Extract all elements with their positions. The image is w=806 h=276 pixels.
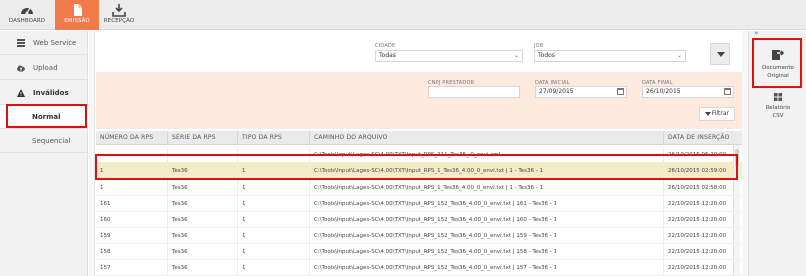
sidebar-item-label: Web Service [33, 39, 77, 47]
calendar-icon[interactable] [724, 88, 731, 95]
highlight-box-selected-row [95, 154, 738, 180]
tab-dashboard[interactable]: DASHBOARD [6, 0, 48, 30]
cell-data: 22/10/2015 12:20:00 [668, 217, 727, 223]
table-row[interactable]: 161 Tes36 1 C:\Tools\Input\Lages-SC\4.00… [96, 196, 742, 212]
column-header-caminho[interactable]: CAMINHO DO ARQUIVO [310, 131, 664, 145]
upload-cloud-icon [17, 65, 25, 72]
document-icon [74, 4, 82, 16]
calendar-icon[interactable] [617, 88, 624, 95]
cell-numero: 160 [96, 212, 168, 228]
cell-caminho: C:\Tools\Input\Lages-SC\4.00\TXT\Input_R… [310, 244, 664, 260]
cell-numero: 1 [96, 180, 168, 196]
cell-serie: Tes36 [168, 260, 238, 276]
sidebar-item-upload[interactable]: Upload [0, 56, 88, 80]
tab-recepcao-label: RECEPÇÃO [103, 18, 135, 24]
relatorio-csv-label: Relatório CSV [765, 105, 791, 119]
cell-caminho: C:\Tools\Input\Lages-SC\4.00\TXT\Input_R… [310, 228, 664, 244]
cell-tipo: 1 [238, 212, 310, 228]
cnpj-input[interactable] [428, 86, 520, 98]
dashboard-gauge-icon [21, 7, 33, 15]
filter-toggle-button[interactable] [710, 43, 730, 65]
table-header: NÚMERO DA RPS SÉRIE DA RPS TIPO DA RPS C… [96, 131, 742, 145]
cell-data: 22/10/2015 12:20:00 [668, 201, 727, 207]
chevron-down-icon: ⌄ [676, 52, 682, 59]
funnel-icon [717, 52, 725, 57]
top-navigation: DASHBOARD EMISSÃO RECEPÇÃO [0, 0, 806, 30]
warning-triangle-icon [17, 89, 25, 97]
column-header-serie[interactable]: SÉRIE DA RPS [168, 131, 238, 145]
cell-data: 22/10/2015 12:20:00 [668, 249, 727, 255]
data-inicial-value: 27/09/2015 [539, 88, 574, 95]
filter-panel-top: CIDADE Todas ⌄ JOB Todos ⌄ [96, 31, 742, 73]
highlight-box-documento-original [752, 38, 802, 88]
cell-data: 26/10/2015 02:58:00 [668, 185, 727, 191]
filtrar-label: Filtrar [711, 110, 729, 117]
cell-tipo: 1 [238, 260, 310, 276]
grid-report-icon [774, 93, 782, 101]
collapse-right-icon[interactable]: » [754, 29, 758, 37]
relatorio-csv-button[interactable]: Relatório CSV [749, 93, 806, 120]
funnel-icon [705, 112, 711, 116]
sidebar-item-label: Sequencial [32, 137, 71, 145]
job-value: Todos [538, 52, 555, 59]
cell-serie: Tes36 [168, 228, 238, 244]
download-tray-icon [112, 4, 126, 17]
cell-serie: Tes36 [168, 244, 238, 260]
table-row[interactable]: 160 Tes36 1 C:\Tools\Input\Lages-SC\4.00… [96, 212, 742, 228]
cell-serie: Tes36 [168, 180, 238, 196]
cell-numero: 157 [96, 260, 168, 276]
table-row[interactable]: 157 Tes36 1 C:\Tools\Input\Lages-SC\4.00… [96, 260, 742, 276]
cell-data: 22/10/2015 12:20:00 [668, 265, 727, 271]
cidade-value: Todas [379, 52, 396, 59]
cell-caminho: C:\Tools\Input\Lages-SC\4.00\TXT\Input_R… [310, 196, 664, 212]
cell-numero: 159 [96, 228, 168, 244]
column-header-data[interactable]: DATA DE INSERÇÃO [664, 131, 742, 145]
job-select[interactable]: Todos ⌄ [534, 50, 686, 62]
table-row[interactable]: 1 Tes36 1 C:\Tools\Input\Lages-SC\4.00\T… [96, 180, 742, 196]
cell-serie: Tes36 [168, 196, 238, 212]
job-label: JOB [534, 43, 544, 49]
table-row[interactable]: 158 Tes36 1 C:\Tools\Input\Lages-SC\4.00… [96, 244, 742, 260]
cell-serie: Tes36 [168, 212, 238, 228]
cidade-label: CIDADE [375, 43, 396, 49]
tab-dashboard-label: DASHBOARD [8, 18, 46, 24]
tab-emissao-label: EMISSÃO [64, 18, 90, 24]
cell-caminho: C:\Tools\Input\Lages-SC\4.00\TXT\Input_R… [310, 260, 664, 276]
chevron-down-icon: ⌄ [513, 52, 519, 59]
sidebar-item-invalidos[interactable]: Inválidos [0, 81, 88, 105]
web-service-icon [17, 39, 25, 47]
cell-tipo: 1 [238, 244, 310, 260]
cidade-select[interactable]: Todas ⌄ [375, 50, 523, 62]
sidebar-item-label: Inválidos [33, 89, 69, 97]
filter-panel-bottom: CNPJ PRESTADOR DATA INICIAL 27/09/2015 D… [96, 73, 742, 129]
tab-emissao[interactable]: EMISSÃO [55, 0, 99, 30]
data-final-input[interactable]: 26/10/2015 [642, 86, 734, 98]
data-inicial-input[interactable]: 27/09/2015 [535, 86, 627, 98]
cell-caminho: C:\Tools\Input\Lages-SC\4.00\TXT\Input_R… [310, 180, 664, 196]
cell-numero: 161 [96, 196, 168, 212]
sidebar-item-sequencial[interactable]: Sequencial [0, 129, 88, 153]
filtrar-button[interactable]: Filtrar [699, 107, 735, 121]
sidebar-item-web-service[interactable]: Web Service [0, 31, 88, 55]
data-final-value: 26/10/2015 [646, 88, 681, 95]
cell-caminho: C:\Tools\Input\Lages-SC\4.00\TXT\Input_R… [310, 212, 664, 228]
cell-numero: 158 [96, 244, 168, 260]
tab-recepcao[interactable]: RECEPÇÃO [100, 0, 138, 30]
sidebar-item-label: Upload [33, 64, 58, 72]
highlight-box-normal [6, 104, 87, 128]
cell-tipo: 1 [238, 180, 310, 196]
sidebar: Web Service Upload Inválidos Normal Sequ… [0, 31, 88, 276]
column-header-tipo[interactable]: TIPO DA RPS [238, 131, 310, 145]
cell-data: 22/10/2015 12:20:00 [668, 233, 727, 239]
table-row[interactable]: 159 Tes36 1 C:\Tools\Input\Lages-SC\4.00… [96, 228, 742, 244]
cell-tipo: 1 [238, 228, 310, 244]
column-header-numero[interactable]: NÚMERO DA RPS [96, 131, 168, 145]
cell-tipo: 1 [238, 196, 310, 212]
